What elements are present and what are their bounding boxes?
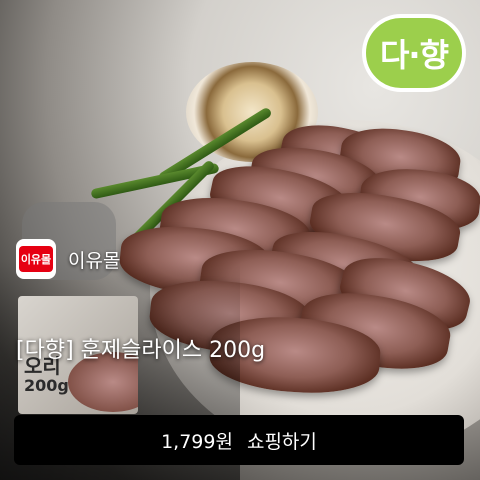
- shop-now-button[interactable]: 1,799원 쇼핑하기: [14, 415, 464, 465]
- shop-avatar-text: 이유몰: [19, 246, 53, 272]
- product-ad-card[interactable]: 오리 200g 다·향 이유몰 이유몰 [다향] 훈제슬라이스 200g 1,7…: [0, 0, 480, 480]
- shop-now-label: 쇼핑하기: [246, 430, 317, 453]
- price-label: 1,799원: [161, 430, 233, 453]
- shop-name[interactable]: 이유몰: [68, 246, 120, 273]
- shop-info[interactable]: 이유몰 이유몰: [16, 238, 120, 280]
- brand-logo: 다·향: [362, 14, 466, 92]
- shop-avatar[interactable]: 이유몰: [16, 239, 56, 279]
- package-label-weight: 200g: [24, 376, 69, 395]
- product-title[interactable]: [다향] 훈제슬라이스 200g: [16, 332, 265, 364]
- brand-logo-text: 다·향: [379, 36, 449, 74]
